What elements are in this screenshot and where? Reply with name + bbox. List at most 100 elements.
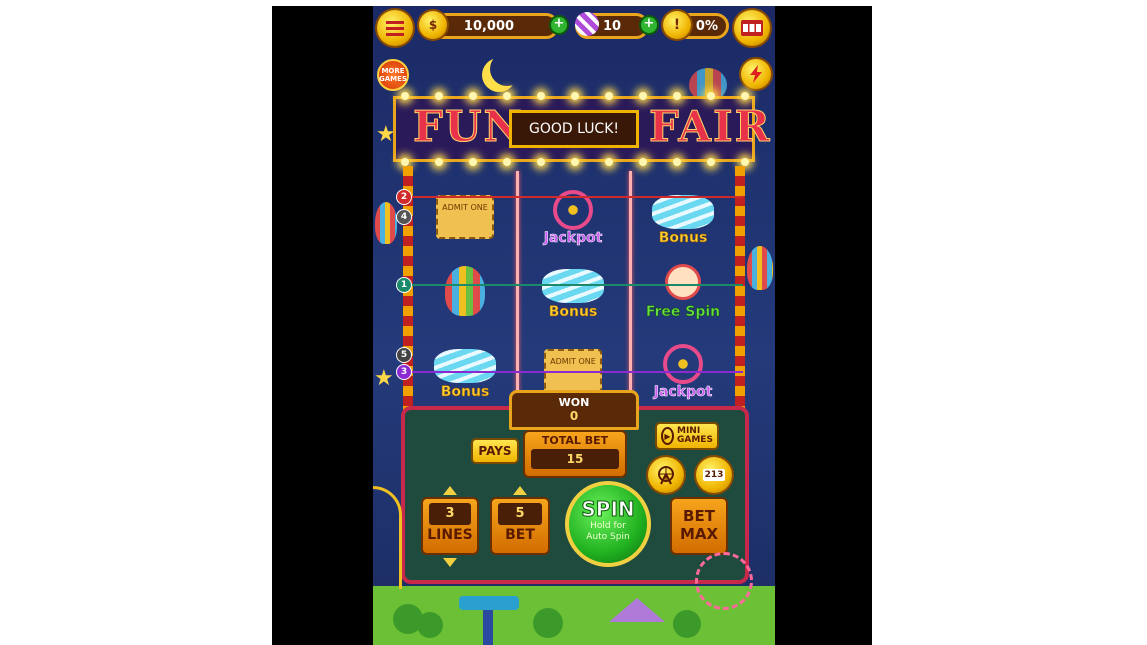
symbol-label: Bonus xyxy=(658,230,708,247)
tree-decoration xyxy=(673,610,701,638)
total-bet-label: TOTAL BET xyxy=(541,434,609,447)
bet-label: BET xyxy=(505,527,535,543)
marquee-bulb xyxy=(741,158,749,166)
reel-symbol-admit-one-ticket: ADMIT ONE xyxy=(425,182,505,252)
marquee-bulb xyxy=(469,158,477,166)
message-text: GOOD LUCK! xyxy=(528,121,620,137)
plus-sign: + xyxy=(553,16,565,31)
spin-label: SPIN xyxy=(581,497,635,522)
ferris-wheel-symbol-icon xyxy=(663,344,703,384)
mini-games-label: MINI GAMES xyxy=(677,426,713,445)
reel-symbol-jackpot-ferris: Jackpot xyxy=(533,182,613,252)
marquee-bulb xyxy=(435,158,443,166)
marquee-bulb xyxy=(401,158,409,166)
add-coins-button[interactable]: + xyxy=(549,15,569,35)
marquee-bulb xyxy=(707,92,715,100)
candy-symbol-icon xyxy=(434,349,496,383)
slot-machine-icon xyxy=(741,20,763,36)
marquee-bulb xyxy=(537,92,545,100)
marquee-bulb xyxy=(401,92,409,100)
marquee-bulb xyxy=(503,158,511,166)
coin-icon: $ xyxy=(419,11,447,39)
hamburger-icon xyxy=(386,21,404,36)
balloon-decoration xyxy=(747,246,773,290)
lines-up-arrow[interactable] xyxy=(443,486,457,495)
symbol-label: Bonus xyxy=(440,384,490,401)
marquee-bulb xyxy=(673,158,681,166)
payline xyxy=(403,371,743,373)
reel-frame-right xyxy=(735,166,745,411)
slot-game-screen: 10,000 $ + 10 + 0% ! MORE GAMES ★ ★ FUN … xyxy=(373,6,775,645)
pays-label: PAYS xyxy=(478,444,512,458)
more-games-label: MORE GAMES xyxy=(379,67,407,83)
bet-max-label: BET MAX xyxy=(679,507,719,543)
pays-button[interactable]: PAYS xyxy=(471,438,519,464)
spin-button[interactable]: SPIN Hold for Auto Spin xyxy=(565,481,651,567)
marquee-bulb xyxy=(435,92,443,100)
won-label: WON xyxy=(558,396,590,409)
bet-up-arrow[interactable] xyxy=(513,486,527,495)
lines-label: LINES xyxy=(427,527,473,543)
reel-symbol-hot-air-balloon xyxy=(425,256,505,326)
payline-number: 5 xyxy=(396,347,412,363)
banner-left-word: FUN xyxy=(413,102,524,152)
candy-gem-icon xyxy=(575,12,599,36)
lines-selector[interactable]: 3 LINES xyxy=(421,497,479,555)
level-star-icon: ! xyxy=(663,11,691,39)
ride-tower-decoration xyxy=(459,596,519,610)
leaderboard-button[interactable]: 213 xyxy=(696,457,732,493)
tree-decoration xyxy=(533,608,563,638)
payline-number: 2 xyxy=(396,189,412,205)
mini-games-button[interactable]: ▶ MINI GAMES xyxy=(655,422,719,450)
symbol-label: Jackpot xyxy=(543,230,603,247)
menu-button[interactable] xyxy=(377,10,413,46)
payline xyxy=(403,284,743,286)
candy-symbol-icon xyxy=(542,269,604,303)
banner-right-word: FAIR xyxy=(649,102,772,152)
marquee-bulb xyxy=(605,158,613,166)
bet-max-button[interactable]: BET MAX xyxy=(670,497,728,555)
reel-divider xyxy=(629,171,632,401)
marquee-bulb xyxy=(503,92,511,100)
balloon-decoration xyxy=(375,202,397,244)
boost-button[interactable] xyxy=(741,59,771,89)
more-games-button[interactable]: MORE GAMES xyxy=(377,59,409,91)
marquee-bulb xyxy=(741,92,749,100)
marquee-bulb xyxy=(707,158,715,166)
total-bet-display: TOTAL BET 15 xyxy=(523,430,627,478)
bet-selector[interactable]: 5 BET xyxy=(490,497,550,555)
moon-icon xyxy=(490,52,524,86)
ferris-wheel-button[interactable] xyxy=(648,457,684,493)
marquee-bulb xyxy=(639,158,647,166)
level-progress-value: 0% xyxy=(695,18,718,34)
slot-machine-button[interactable] xyxy=(734,10,770,46)
symbol-label: Jackpot xyxy=(653,384,713,401)
lines-down-arrow[interactable] xyxy=(443,558,457,567)
reel-symbol-bonus-candy: Bonus xyxy=(643,182,723,252)
marquee-bulb xyxy=(639,92,647,100)
marquee-bulb xyxy=(673,92,681,100)
bet-value: 5 xyxy=(498,503,542,525)
reel-symbol-clown-freespin: Free Spin xyxy=(643,256,723,326)
spin-sublabel: Hold for Auto Spin xyxy=(586,521,630,542)
reel-symbol-bonus-candy: Bonus xyxy=(533,256,613,326)
marquee-bulb xyxy=(571,92,579,100)
reel-divider xyxy=(516,171,519,401)
clown-symbol-icon xyxy=(665,264,701,300)
coin-symbol: $ xyxy=(428,18,438,32)
coin-balance-value: 10,000 xyxy=(463,18,515,34)
marquee-bulb xyxy=(571,158,579,166)
ferris-wheel-decoration xyxy=(695,552,753,610)
plus-sign: + xyxy=(643,16,655,31)
marquee-bulb xyxy=(605,92,613,100)
payline-number: 1 xyxy=(396,277,412,293)
won-value: 0 xyxy=(569,409,579,423)
won-display: WON 0 xyxy=(509,390,639,430)
lines-value: 3 xyxy=(429,503,471,525)
add-gems-button[interactable]: + xyxy=(639,15,659,35)
tree-decoration xyxy=(417,612,443,638)
hot-air-balloon-icon xyxy=(445,266,485,316)
ride-tower-decoration xyxy=(483,610,493,645)
marquee-bulb xyxy=(537,158,545,166)
payline xyxy=(403,196,743,198)
